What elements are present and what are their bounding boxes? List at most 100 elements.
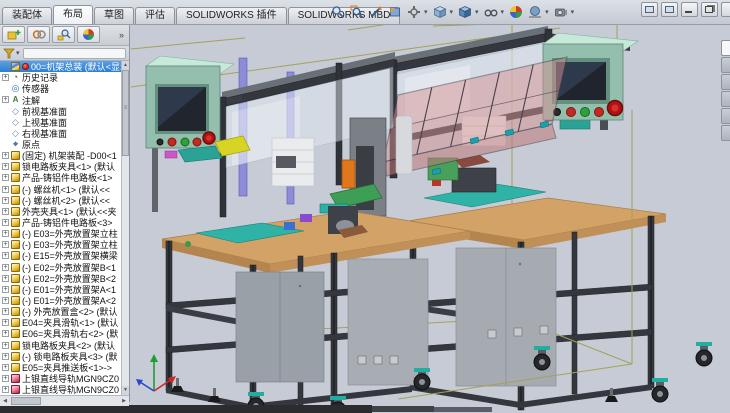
tree-item[interactable]: +(固定) 机架装配 -D00<1 [0,150,121,161]
taskpane-tab-5[interactable] [721,108,730,124]
tree-item[interactable]: +(-) E01=外壳放置架A<1 [0,284,121,295]
expand-toggle[interactable]: + [2,152,9,159]
tree-item[interactable]: +外壳夹具<1> (默认<<夹 [0,206,121,217]
tree-item[interactable]: +(-) E02=外壳放置架B<1 [0,262,121,273]
expand-toggle[interactable]: + [2,197,9,204]
scroll-up-arrow[interactable]: ▲ [122,61,129,70]
scroll-down-arrow[interactable]: ▼ [122,386,129,395]
scroll-thumb[interactable] [11,397,41,405]
tree-item[interactable]: +锁电路板夹具<1> (默认 [0,161,121,172]
apply-scene-icon[interactable] [527,4,543,20]
tree-item[interactable]: +产品-铸铝件电路板<3> [0,217,121,228]
zoom-to-area-icon[interactable] [349,4,365,20]
view-settings-icon[interactable] [553,4,569,20]
tree-item[interactable]: 00=机架总装 (默认<显示 [0,61,121,72]
tree-item[interactable]: +上银直线导轨MGN9CZ0 [0,373,121,384]
filter-funnel-icon[interactable] [3,48,15,59]
expand-toggle[interactable]: + [2,241,9,248]
minimize-button[interactable] [681,2,698,17]
expand-toggle[interactable]: + [2,319,9,326]
tree-item[interactable]: +锁电路板夹具<2> (默认 [0,340,121,351]
expand-toggle[interactable]: + [2,252,9,259]
dropdown-caret[interactable]: ▾ [450,8,454,16]
expand-toggle[interactable]: + [2,353,9,360]
zoom-to-fit-icon[interactable] [330,4,346,20]
tree-item[interactable]: +E05=夹具推送板<1>-> [0,362,121,373]
expand-toggle[interactable]: + [2,286,9,293]
expand-toggle[interactable]: + [2,386,9,393]
close-button[interactable] [721,2,730,17]
expand-toggle[interactable]: + [2,230,9,237]
tree-item[interactable]: +E04=夹具滑轨<1> (默认 [0,317,121,328]
tree-item[interactable]: +E06=夹具滑轨右<2> (默 [0,328,121,339]
tree-item[interactable]: +(-) 螺丝机<1> (默认<< [0,184,121,195]
taskpane-tab-6[interactable] [721,125,730,141]
expand-toggle[interactable]: + [2,308,9,315]
tab-SOLIDWORKS 插件[interactable]: SOLIDWORKS 插件 [176,7,287,24]
tree-item[interactable]: ⌖原点 [0,139,121,150]
expand-toggle[interactable]: + [2,74,9,81]
tree-item[interactable]: +(-) 外壳放置盒<2> (默认 [0,306,121,317]
expand-toggle[interactable]: + [2,364,9,371]
display-style-icon[interactable] [457,4,473,20]
dropdown-caret[interactable]: ▾ [501,8,505,16]
filter-caret[interactable]: ▾ [16,49,20,57]
insert-component-button[interactable] [2,26,25,43]
expand-toggle[interactable]: + [2,174,9,181]
tree-item[interactable]: +(-) E03=外壳放置架立柱 [0,239,121,250]
tree-item[interactable]: ◇上视基准面 [0,117,121,128]
tree-item[interactable]: +(-) 锁电路板夹具<3> (默 [0,351,121,362]
tree-horizontal-scrollbar[interactable]: ◀ ▶ [0,395,129,406]
tree-item[interactable]: +(-) E15=外壳放置架横梁 [0,250,121,261]
expand-toggle[interactable]: + [2,219,9,226]
tree-item[interactable]: +A注解 [0,94,121,105]
tree-item[interactable]: +◔历史记录 [0,72,121,83]
tree-vertical-scrollbar[interactable]: ▲ ▼ [121,61,129,395]
tab-草图[interactable]: 草图 [94,7,134,24]
expand-toggle[interactable]: + [2,342,9,349]
taskpane-tab-4[interactable] [721,91,730,107]
quick-tools-overflow[interactable]: » [119,30,127,40]
edit-appearance-icon[interactable] [508,4,524,20]
expand-toggle[interactable]: + [2,163,9,170]
tree-item[interactable]: +(-) E01=外壳放置架A<2 [0,295,121,306]
expand-toggle[interactable]: + [2,208,9,215]
mate-button[interactable] [27,26,50,43]
tree-item[interactable]: +上银直线导轨MGN9CZ0 [0,384,121,395]
view-orientation-icon[interactable] [432,4,448,20]
dropdown-caret[interactable]: ▾ [571,8,575,16]
dropdown-caret[interactable]: ▾ [545,8,549,16]
taskpane-tab-2[interactable] [721,57,730,73]
previous-view-icon[interactable] [368,4,384,20]
scroll-right-arrow[interactable]: ▶ [119,396,129,406]
assembly-motion-icon[interactable] [406,4,422,20]
hide-show-items-icon[interactable] [483,4,499,20]
tree-item[interactable]: +(-) 螺丝机<2> (默认<< [0,195,121,206]
move-component-button[interactable] [52,26,75,43]
section-view-icon[interactable] [387,4,403,20]
tab-布局[interactable]: 布局 [53,5,93,24]
taskpane-tab-1[interactable] [721,40,730,56]
tree-item[interactable]: ◇右视基准面 [0,128,121,139]
expand-toggle[interactable]: + [2,330,9,337]
expand-toggle[interactable]: + [2,275,9,282]
expand-toggle[interactable]: + [2,264,9,271]
tab-评估[interactable]: 评估 [135,7,175,24]
tree-filter-field[interactable] [23,48,126,59]
dropdown-caret[interactable]: ▾ [475,8,479,16]
scroll-thumb[interactable] [122,70,129,156]
expand-toggle[interactable]: + [2,297,9,304]
tree-item[interactable]: ◎传感器 [0,83,121,94]
appearance-button[interactable] [77,26,100,43]
document-window-button-1[interactable] [641,2,658,17]
taskpane-tab-3[interactable] [721,74,730,90]
restore-button[interactable] [701,2,718,17]
tree-item[interactable]: +(-) E02=外壳放置架B<2 [0,273,121,284]
dropdown-caret[interactable]: ▾ [424,8,428,16]
scroll-left-arrow[interactable]: ◀ [0,396,10,406]
document-window-button-2[interactable] [661,2,678,17]
expand-toggle[interactable]: + [2,96,9,103]
tab-装配体[interactable]: 装配体 [2,7,52,24]
expand-toggle[interactable]: + [2,375,9,382]
tree-item[interactable]: +(-) E03=外壳放置架立柱 [0,228,121,239]
